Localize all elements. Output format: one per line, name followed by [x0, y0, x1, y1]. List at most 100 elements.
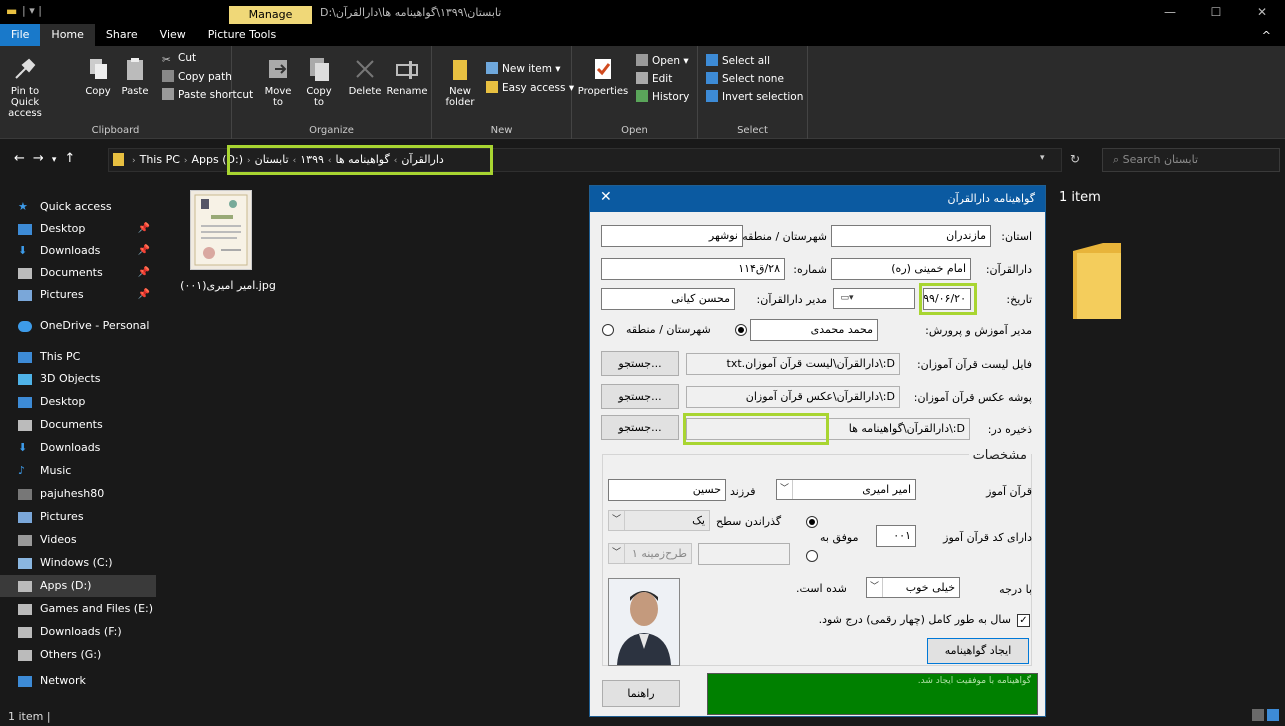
search-input[interactable]: ⌕ Search تابستان: [1102, 148, 1280, 172]
nav-videos[interactable]: Videos: [0, 529, 156, 551]
folder-icon[interactable]: [1073, 243, 1121, 319]
breadcrumb-this-pc[interactable]: This PC: [140, 153, 180, 166]
tab-view[interactable]: View: [149, 24, 197, 46]
province-field[interactable]: مازندران: [831, 225, 991, 247]
father-name-field[interactable]: حسین: [608, 479, 726, 501]
photo-folder-field[interactable]: D:\دارالقرآن\عکس قرآن آموزان: [686, 386, 900, 408]
tab-file[interactable]: File: [0, 24, 41, 46]
nav-qa-downloads[interactable]: ⬇ Downloads 📌: [0, 240, 156, 262]
date-picker[interactable]: ▾▭: [833, 288, 915, 309]
forward-arrow-icon[interactable]: →: [33, 151, 52, 166]
full-year-checkbox[interactable]: ✓: [1017, 614, 1030, 627]
maximize-button[interactable]: ☐: [1193, 0, 1239, 24]
nav-desktop[interactable]: Desktop: [0, 391, 156, 413]
nav-label: Downloads: [40, 244, 101, 257]
new-folder-button[interactable]: New folder: [442, 52, 478, 108]
number-field[interactable]: ۲۸/ق۱۱۴: [601, 258, 785, 280]
clipboard-group: Pin to Quick access Copy Paste ✂ Cut Copy…: [0, 46, 253, 139]
invert-selection-button[interactable]: Invert selection: [706, 90, 803, 103]
paste-button[interactable]: Paste: [118, 52, 152, 97]
nav-windows-c[interactable]: Windows (C:): [0, 552, 156, 574]
minimize-button[interactable]: —: [1147, 0, 1193, 24]
move-to-button[interactable]: Move to: [260, 52, 296, 108]
nav-qa-pictures[interactable]: Pictures 📌: [0, 284, 156, 306]
move-to-icon: [265, 56, 291, 82]
browse-photo-button[interactable]: جستجو...: [601, 384, 679, 409]
rename-button[interactable]: Rename: [386, 52, 428, 97]
copy-button[interactable]: Copy: [82, 52, 114, 97]
nav-apps-d[interactable]: Apps (D:): [0, 575, 156, 597]
radio-other[interactable]: [602, 324, 614, 336]
recent-chevron-icon[interactable]: ▾: [52, 155, 65, 165]
list-file-field[interactable]: D:\دارالقرآن\لیست قرآن آموزان.txt: [686, 353, 900, 375]
file-thumbnail[interactable]: [190, 190, 252, 270]
pin-quick-access-button[interactable]: Pin to Quick access: [2, 52, 48, 119]
manage-tab[interactable]: Manage: [229, 6, 312, 24]
edu-manager-field[interactable]: محمد محمدی: [750, 319, 878, 341]
back-arrow-icon[interactable]: ←: [14, 151, 33, 166]
select-none-button[interactable]: Select none: [706, 72, 784, 85]
cut-button[interactable]: ✂ Cut: [162, 52, 196, 66]
nav-pictures[interactable]: Pictures: [0, 506, 156, 528]
manager-field[interactable]: محسن کیانی: [601, 288, 735, 310]
nav-label: Downloads (F:): [40, 625, 122, 638]
large-icons-view-icon[interactable]: [1267, 709, 1279, 721]
quick-access-toolbar[interactable]: | ▾ |: [22, 4, 42, 17]
grade-select[interactable]: ﹀ خیلی خوب: [866, 577, 960, 598]
collapse-ribbon-icon[interactable]: ^: [1262, 29, 1271, 42]
tab-picture-tools[interactable]: Picture Tools: [197, 24, 287, 46]
quran-house-field[interactable]: امام خمینی (ره): [831, 258, 971, 280]
nav-3d-objects[interactable]: 3D Objects: [0, 368, 156, 390]
radio-city-region[interactable]: [735, 324, 747, 336]
nav-onedrive[interactable]: OneDrive - Personal: [0, 315, 156, 337]
browse-list-button[interactable]: جستجو...: [601, 351, 679, 376]
nav-label: Documents: [40, 266, 103, 279]
tab-home[interactable]: Home: [40, 24, 95, 46]
nav-downloads-f[interactable]: Downloads (F:): [0, 621, 156, 643]
pass-level-label: گذراندن سطح: [716, 515, 782, 528]
nav-qa-desktop[interactable]: Desktop 📌: [0, 218, 156, 240]
nav-games-e[interactable]: Games and Files (E:): [0, 598, 156, 620]
close-button[interactable]: ✕: [1239, 0, 1285, 24]
delete-button[interactable]: Delete: [344, 52, 386, 97]
open-button[interactable]: Open ▾: [636, 54, 689, 67]
tab-share[interactable]: Share: [95, 24, 149, 46]
select-all-button[interactable]: Select all: [706, 54, 770, 67]
history-button[interactable]: History: [636, 90, 689, 103]
city-field[interactable]: نوشهر: [601, 225, 743, 247]
up-arrow-icon[interactable]: ↑: [64, 151, 83, 166]
nav-quick-access[interactable]: ★ Quick access: [0, 196, 156, 218]
radio-design[interactable]: [806, 550, 818, 562]
nav-this-pc[interactable]: This PC: [0, 346, 156, 368]
status-message: گواهینامه با موفقیت ایجاد شد.: [917, 676, 1031, 686]
nav-downloads[interactable]: ⬇ Downloads: [0, 437, 156, 459]
browse-save-button[interactable]: جستجو...: [601, 415, 679, 440]
nav-music[interactable]: ♪ Music: [0, 460, 156, 482]
radio-pass-level[interactable]: [806, 516, 818, 528]
address-dropdown-icon[interactable]: ▾: [1040, 153, 1045, 163]
design-select[interactable]: ﹀ طرح‌زمینه ۱: [608, 543, 692, 564]
nav-network[interactable]: Network: [0, 670, 156, 692]
calendar-dropdown-icon: ▾▭: [840, 293, 854, 303]
design-text-field[interactable]: [698, 543, 790, 565]
level-select[interactable]: ﹀ یک: [608, 510, 710, 531]
dialog-close-button[interactable]: ✕: [600, 189, 612, 205]
easy-access-button[interactable]: Easy access ▾: [486, 81, 574, 94]
copy-to-button[interactable]: Copy to: [302, 52, 336, 108]
copy-path-button[interactable]: Copy path: [162, 70, 232, 83]
code-field[interactable]: ۰۰۱: [876, 525, 916, 547]
student-select[interactable]: ﹀ امیر امیری: [776, 479, 916, 500]
nav-others-g[interactable]: Others (G:): [0, 644, 156, 666]
nav-qa-documents[interactable]: Documents 📌: [0, 262, 156, 284]
view-buttons: [1252, 709, 1279, 721]
details-view-icon[interactable]: [1252, 709, 1264, 721]
nav-pajuhesh80[interactable]: pajuhesh80: [0, 483, 156, 505]
refresh-icon[interactable]: ↻: [1070, 152, 1080, 166]
nav-documents[interactable]: Documents: [0, 414, 156, 436]
navigation-pane: ★ Quick access Desktop 📌 ⬇ Downloads 📌 Docum…: [0, 182, 158, 706]
edit-button[interactable]: Edit: [636, 72, 672, 85]
properties-button[interactable]: Properties: [576, 52, 630, 97]
create-certificate-button[interactable]: ایجاد گواهینامه: [927, 638, 1029, 664]
help-button[interactable]: راهنما: [602, 680, 680, 707]
new-item-button[interactable]: New item ▾: [486, 62, 561, 75]
